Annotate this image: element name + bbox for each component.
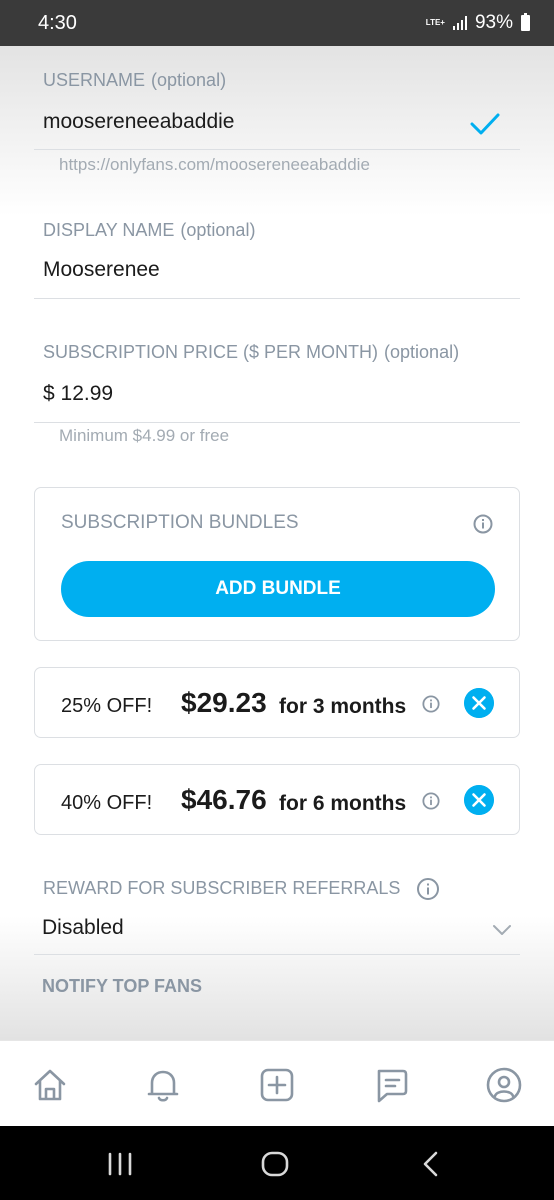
info-icon[interactable] [473, 514, 493, 534]
subscription-price-field[interactable]: SUBSCRIPTION PRICE ($ PER MONTH) (optiona… [34, 318, 520, 448]
display-name-underline [34, 298, 520, 299]
subscription-price-input[interactable]: $ 12.99 [43, 382, 113, 406]
profile-url: https://onlyfans.com/moosereneeabaddie [59, 155, 370, 174]
add-bundle-button[interactable]: ADD BUNDLE [61, 561, 495, 617]
subscription-bundles-card: SUBSCRIPTION BUNDLES ADD BUNDLE [34, 487, 520, 641]
display-name-input[interactable]: Mooserenee [43, 258, 160, 282]
network-type: LTE+ [425, 18, 445, 27]
profile-icon[interactable] [484, 1065, 524, 1105]
display-name-optional: (optional) [180, 220, 256, 240]
info-icon[interactable] [422, 695, 440, 713]
settings-form[interactable]: USERNAME (optional) moosereneeabaddie htt… [0, 46, 554, 1040]
username-label: USERNAME [43, 70, 146, 90]
bundle-duration: for 6 months [279, 792, 407, 815]
subscription-bundles-title: SUBSCRIPTION BUNDLES [61, 512, 299, 533]
home-icon[interactable] [30, 1065, 70, 1105]
referral-reward-select[interactable]: Disabled [42, 916, 124, 940]
subscription-price-hint: Minimum $4.99 or free [59, 426, 230, 445]
home-button-icon[interactable] [261, 1151, 289, 1177]
bundle-price: $46.76 [181, 784, 267, 815]
bundle-item-6-months: 40% OFF! $46.76 for 6 months [34, 764, 520, 835]
bundle-discount: 25% OFF! [61, 695, 153, 717]
subscription-price-label: SUBSCRIPTION PRICE ($ PER MONTH) [43, 342, 379, 362]
bundle-duration: for 3 months [279, 695, 407, 718]
bundle-price: $29.23 [181, 687, 267, 718]
system-nav-bar [0, 1126, 554, 1200]
info-icon[interactable] [416, 877, 440, 901]
bundle-discount: 40% OFF! [61, 792, 153, 814]
display-name-label: DISPLAY NAME [43, 220, 175, 240]
subscription-price-optional: (optional) [384, 342, 460, 362]
referral-reward-underline [34, 954, 520, 955]
bundle-item-3-months: 25% OFF! $29.23 for 3 months [34, 667, 520, 738]
info-icon[interactable] [422, 792, 440, 810]
username-field[interactable]: USERNAME (optional) moosereneeabaddie htt… [34, 46, 520, 196]
battery-percent: 93% [474, 12, 513, 33]
status-bar: 4:30 LTE+ 93% [0, 0, 554, 46]
bottom-nav [0, 1040, 554, 1126]
remove-bundle-icon[interactable] [464, 688, 494, 718]
signal-icon [452, 16, 467, 30]
referral-reward-label: REWARD FOR SUBSCRIBER REFERRALS [43, 878, 401, 898]
add-post-icon[interactable] [257, 1065, 297, 1105]
username-input[interactable]: moosereneeabaddie [43, 110, 234, 134]
chevron-down-icon[interactable] [492, 924, 512, 936]
recent-apps-icon[interactable] [106, 1152, 134, 1176]
status-indicators: LTE+ 93% [426, 12, 530, 34]
battery-icon [521, 13, 530, 31]
username-optional: (optional) [151, 70, 227, 90]
username-underline [34, 149, 520, 150]
check-icon [470, 113, 500, 135]
display-name-field[interactable]: DISPLAY NAME (optional) Mooserenee [34, 196, 520, 306]
remove-bundle-icon[interactable] [464, 785, 494, 815]
bell-icon[interactable] [143, 1065, 183, 1105]
status-time: 4:30 [38, 12, 77, 34]
subscription-price-underline [34, 422, 520, 423]
messages-icon[interactable] [371, 1065, 411, 1105]
back-icon[interactable] [420, 1151, 440, 1177]
notify-top-fans-label: NOTIFY TOP FANS [42, 976, 203, 996]
